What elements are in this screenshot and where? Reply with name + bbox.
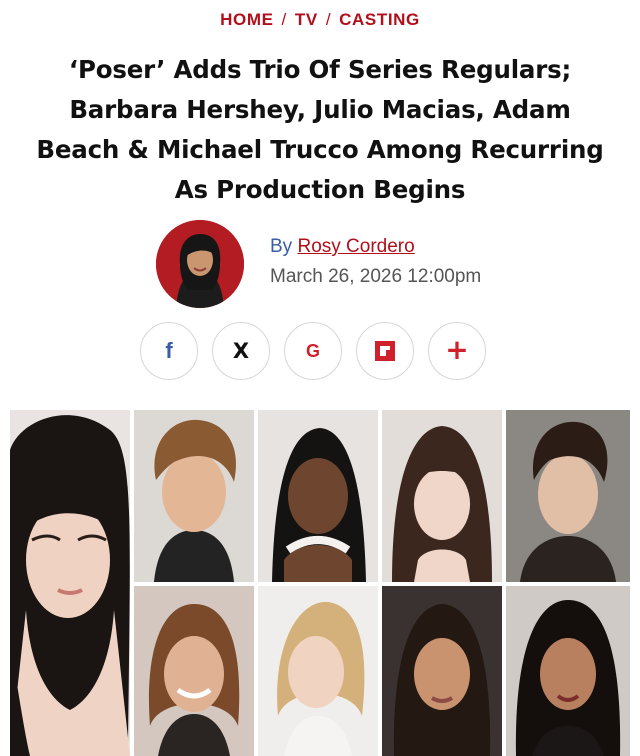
- headline-line: As Production Begins: [174, 175, 466, 204]
- facebook-icon: f: [165, 338, 173, 363]
- cast-portrait-image: [382, 410, 502, 582]
- share-x-button[interactable]: X: [212, 322, 270, 380]
- byline: By Rosy Cordero: [270, 236, 415, 258]
- google-icon: G: [305, 340, 320, 361]
- cast-photo[interactable]: [258, 410, 378, 582]
- cast-portrait-image: [258, 586, 378, 756]
- plus-icon: +: [445, 332, 469, 366]
- cast-photo[interactable]: [134, 410, 254, 582]
- cast-photo[interactable]: [506, 586, 630, 756]
- cast-photo[interactable]: [506, 410, 630, 582]
- byline-prefix: By: [270, 236, 293, 257]
- cast-photo[interactable]: [134, 586, 254, 756]
- cast-portrait-image: [506, 586, 630, 756]
- flipboard-icon: [375, 341, 395, 361]
- cast-portrait-image: [134, 586, 254, 756]
- share-more-button[interactable]: +: [428, 322, 486, 380]
- cast-photo[interactable]: [258, 586, 378, 756]
- share-facebook-button[interactable]: f: [140, 322, 198, 380]
- breadcrumb-separator: /: [325, 10, 332, 29]
- cast-portrait-image: [506, 410, 630, 582]
- share-flipboard-button[interactable]: [356, 322, 414, 380]
- breadcrumb-tv[interactable]: TV: [295, 10, 318, 29]
- author-avatar[interactable]: [156, 220, 244, 308]
- author-portrait-image: [156, 220, 244, 308]
- headline-line: Barbara Hershey, Julio Macias, Adam: [69, 95, 571, 124]
- headline-line: Beach & Michael Trucco Among Recurring: [36, 135, 604, 164]
- cast-photo[interactable]: [382, 410, 502, 582]
- publish-date: March 26, 2026 12:00pm: [270, 266, 482, 287]
- breadcrumb-home[interactable]: HOME: [220, 10, 273, 29]
- cast-portrait-image: [134, 410, 254, 582]
- share-google-button[interactable]: G: [284, 322, 342, 380]
- article-headline: ‘Poser’ Adds Trio Of Series Regulars; Ba…: [10, 50, 630, 210]
- cast-portrait-image: [382, 586, 502, 756]
- cast-photo[interactable]: [10, 410, 130, 756]
- breadcrumb-casting[interactable]: CASTING: [339, 10, 420, 29]
- breadcrumb-separator: /: [281, 10, 287, 29]
- cast-photo[interactable]: [382, 586, 502, 756]
- cast-portrait-image: [10, 410, 130, 756]
- cast-photo-grid: [10, 410, 630, 756]
- author-name-link[interactable]: Rosy Cordero: [297, 236, 414, 257]
- breadcrumb: HOME / TV / CASTING: [0, 10, 640, 30]
- cast-portrait-image: [258, 410, 378, 582]
- headline-line: ‘Poser’ Adds Trio Of Series Regulars;: [68, 55, 572, 84]
- x-icon: X: [232, 339, 250, 363]
